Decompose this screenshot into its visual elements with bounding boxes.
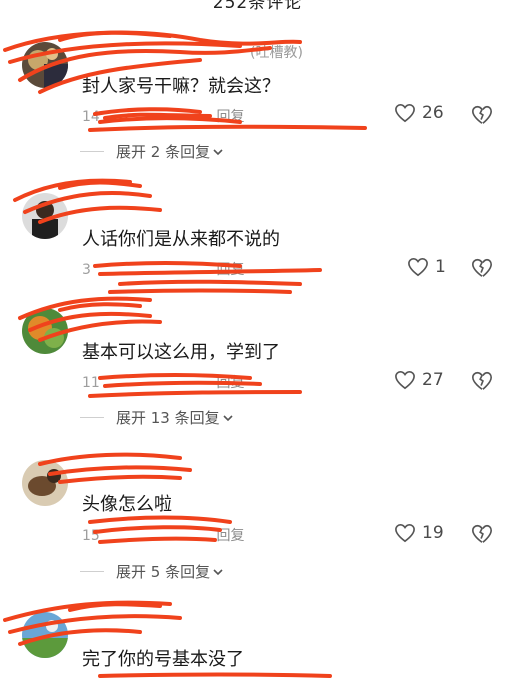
expand-replies-button[interactable]: 展开 2 条回复	[80, 141, 224, 162]
expand-replies-label: 展开 13 条回复	[116, 409, 220, 427]
expand-replies-button[interactable]: 展开 5 条回复	[80, 561, 224, 582]
comment-panel: 252条评论 (吐槽教) 封人家号干嘛？就会这？ 14 回复 26 展开 2 条…	[0, 0, 515, 680]
broken-heart-icon[interactable]	[471, 104, 493, 126]
like-count: 19	[422, 523, 444, 543]
heart-outline-icon	[395, 103, 415, 123]
comment-text: 完了你的号基本没了	[82, 649, 244, 670]
like-count: 27	[422, 370, 444, 390]
comment-time: 15	[82, 528, 100, 544]
divider-line	[80, 571, 104, 572]
chevron-down-icon	[213, 148, 223, 155]
chevron-down-icon	[223, 414, 233, 421]
avatar[interactable]	[22, 612, 68, 658]
like-button[interactable]: 27	[394, 370, 444, 390]
comment-username[interactable]: (吐槽教)	[250, 42, 303, 62]
chevron-down-icon	[213, 568, 223, 575]
comment-time: 14	[82, 109, 100, 125]
comment-text: 封人家号干嘛？就会这？	[82, 76, 280, 97]
like-button[interactable]: 1	[407, 257, 446, 277]
expand-replies-label: 展开 5 条回复	[116, 563, 211, 581]
heart-outline-icon	[408, 257, 428, 277]
divider-line	[80, 417, 104, 418]
heart-outline-icon	[395, 523, 415, 543]
like-count: 26	[422, 103, 444, 123]
comment-time: 3	[82, 262, 91, 278]
avatar[interactable]	[22, 460, 68, 506]
broken-heart-icon[interactable]	[471, 257, 493, 279]
comment-text: 基本可以这么用，学到了	[82, 342, 280, 363]
avatar[interactable]	[22, 193, 68, 239]
comment-text: 人话你们是从来都不说的	[82, 229, 280, 250]
reply-button[interactable]: 回复	[216, 375, 244, 391]
comment-meta: 11 回复	[82, 372, 244, 392]
broken-heart-icon[interactable]	[471, 523, 493, 545]
like-button[interactable]: 19	[394, 523, 444, 543]
comment-count-title: 252条评论	[212, 0, 303, 13]
comment-text: 头像怎么啦	[82, 494, 172, 515]
divider-line	[80, 151, 104, 152]
comment-meta: 15 回复	[82, 525, 244, 545]
like-count: 1	[435, 257, 446, 277]
comment-time: 11	[82, 375, 100, 391]
reply-button[interactable]: 回复	[216, 262, 244, 278]
like-button[interactable]: 26	[394, 103, 444, 123]
avatar[interactable]	[22, 42, 68, 88]
comment-meta: 14 回复	[82, 106, 244, 126]
heart-outline-icon	[395, 370, 415, 390]
expand-replies-button[interactable]: 展开 13 条回复	[80, 407, 234, 428]
reply-button[interactable]: 回复	[216, 528, 244, 544]
reply-button[interactable]: 回复	[216, 109, 244, 125]
avatar[interactable]	[22, 308, 68, 354]
comment-meta: 3 回复	[82, 259, 244, 279]
expand-replies-label: 展开 2 条回复	[116, 143, 211, 161]
broken-heart-icon[interactable]	[471, 370, 493, 392]
